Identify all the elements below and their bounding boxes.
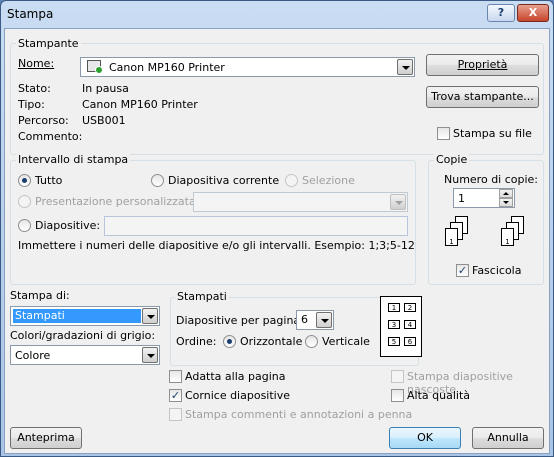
chevron-down-icon[interactable] (142, 308, 158, 324)
collate-illustration: 3 2 1 3 2 1 (441, 214, 541, 258)
per-page-value: 6 (301, 313, 308, 326)
preview-slide: 5 (388, 337, 400, 346)
order-vertical-radio[interactable] (305, 335, 318, 348)
copies-count-input[interactable]: 1 (453, 188, 515, 208)
type-value: Canon MP160 Printer (82, 98, 198, 111)
chevron-down-icon[interactable] (316, 312, 332, 328)
dialog-client: Stampante Nome: Canon MP160 Printer Stat… (4, 28, 550, 454)
handout-layout-preview: 1 2 3 4 5 6 (380, 296, 422, 357)
collate-page: 1 (501, 228, 514, 246)
status-value: In pausa (82, 82, 129, 95)
range-current-radio[interactable] (151, 174, 164, 187)
range-slides-label: Diapositive: (35, 219, 101, 232)
per-page-select[interactable]: 6 (296, 310, 334, 330)
range-all-radio[interactable] (18, 174, 31, 187)
comment-label: Commento: (18, 130, 83, 143)
preview-slide: 2 (404, 303, 416, 312)
print-range-legend: Intervallo di stampa (16, 153, 131, 166)
print-what-select[interactable]: Stampati (10, 306, 160, 326)
status-label: Stato: (18, 82, 51, 95)
range-all-label: Tutto (35, 174, 63, 187)
order-horizontal-label: Orizzontale (240, 335, 303, 348)
print-what-label: Stampa di: (10, 289, 70, 302)
copies-count-label: Numero di copie: (444, 173, 539, 186)
range-selection-radio[interactable] (285, 174, 298, 187)
range-custom-radio[interactable] (18, 195, 31, 208)
chevron-down-icon[interactable] (397, 59, 413, 75)
print-to-file-label: Stampa su file (453, 127, 532, 140)
printer-icon (87, 60, 103, 74)
frame-slides-checkbox[interactable]: ✓ (169, 389, 182, 402)
frame-slides-label: Cornice diapositive (185, 389, 291, 402)
range-current-label: Diapositiva corrente (168, 174, 280, 187)
color-label: Colori/gradazioni di grigio: (10, 329, 156, 342)
chevron-down-icon[interactable] (390, 194, 406, 210)
window-title: Stampa (7, 7, 54, 21)
preview-slide: 4 (404, 320, 416, 329)
print-to-file-checkbox[interactable] (437, 127, 450, 140)
range-hint: Immettere i numeri delle diapositive e/o… (18, 239, 415, 252)
printer-name-label: Nome: (18, 57, 55, 70)
fit-to-page-checkbox[interactable] (169, 370, 182, 383)
cancel-button[interactable]: Annulla (472, 427, 544, 449)
copies-count-value: 1 (458, 192, 465, 205)
ok-button[interactable]: OK (389, 427, 461, 449)
fit-to-page-label: Adatta alla pagina (185, 370, 286, 383)
print-comments-checkbox[interactable] (169, 408, 182, 421)
order-horizontal-radio[interactable] (223, 335, 236, 348)
range-selection-label: Selezione (302, 174, 355, 187)
slides-input[interactable] (104, 216, 408, 236)
where-value: USB001 (82, 114, 126, 127)
custom-show-select[interactable] (193, 192, 408, 212)
printer-name-select[interactable]: Canon MP160 Printer (80, 57, 415, 77)
properties-button[interactable]: Proprietà (426, 54, 539, 76)
printer-legend: Stampante (16, 37, 81, 50)
hidden-slides-checkbox[interactable] (391, 370, 404, 383)
copies-increment-button[interactable] (499, 189, 513, 198)
preview-button[interactable]: Anteprima (10, 427, 82, 449)
collate-checkbox[interactable]: ✓ (456, 264, 469, 277)
print-what-value: Stampati (13, 309, 141, 323)
type-label: Tipo: (18, 98, 45, 111)
color-value: Colore (15, 349, 51, 362)
high-quality-checkbox[interactable] (391, 389, 404, 402)
printer-ready-check-icon (95, 66, 103, 74)
order-label: Ordine: (176, 335, 217, 348)
range-slides-radio[interactable] (18, 219, 31, 232)
where-label: Percorso: (18, 114, 69, 127)
collate-label: Fascicola (472, 264, 522, 277)
collate-page: 1 (445, 228, 458, 246)
high-quality-label: Alta qualità (407, 389, 470, 402)
find-printer-button[interactable]: Trova stampante... (426, 86, 539, 108)
handouts-legend: Stampati (175, 290, 229, 303)
chevron-down-icon[interactable] (142, 347, 158, 363)
printer-name-value: Canon MP160 Printer (109, 61, 225, 74)
print-comments-label: Stampa commenti e annotazioni a penna (185, 408, 413, 421)
order-vertical-label: Verticale (322, 335, 370, 348)
print-dialog-window: Stampa ? X Stampante Nome: Canon MP160 P… (0, 0, 554, 457)
title-bar[interactable]: Stampa ? X (1, 1, 553, 27)
per-page-label: Diapositive per pagina: (176, 314, 304, 327)
color-select[interactable]: Colore (10, 345, 160, 365)
preview-slide: 1 (388, 303, 400, 312)
range-custom-label: Presentazione personalizzata: (35, 195, 200, 208)
close-button[interactable]: X (517, 4, 549, 22)
help-button[interactable]: ? (487, 4, 515, 22)
copies-decrement-button[interactable] (499, 198, 513, 207)
copies-legend: Copie (434, 153, 470, 166)
preview-slide: 3 (388, 320, 400, 329)
preview-slide: 6 (404, 337, 416, 346)
